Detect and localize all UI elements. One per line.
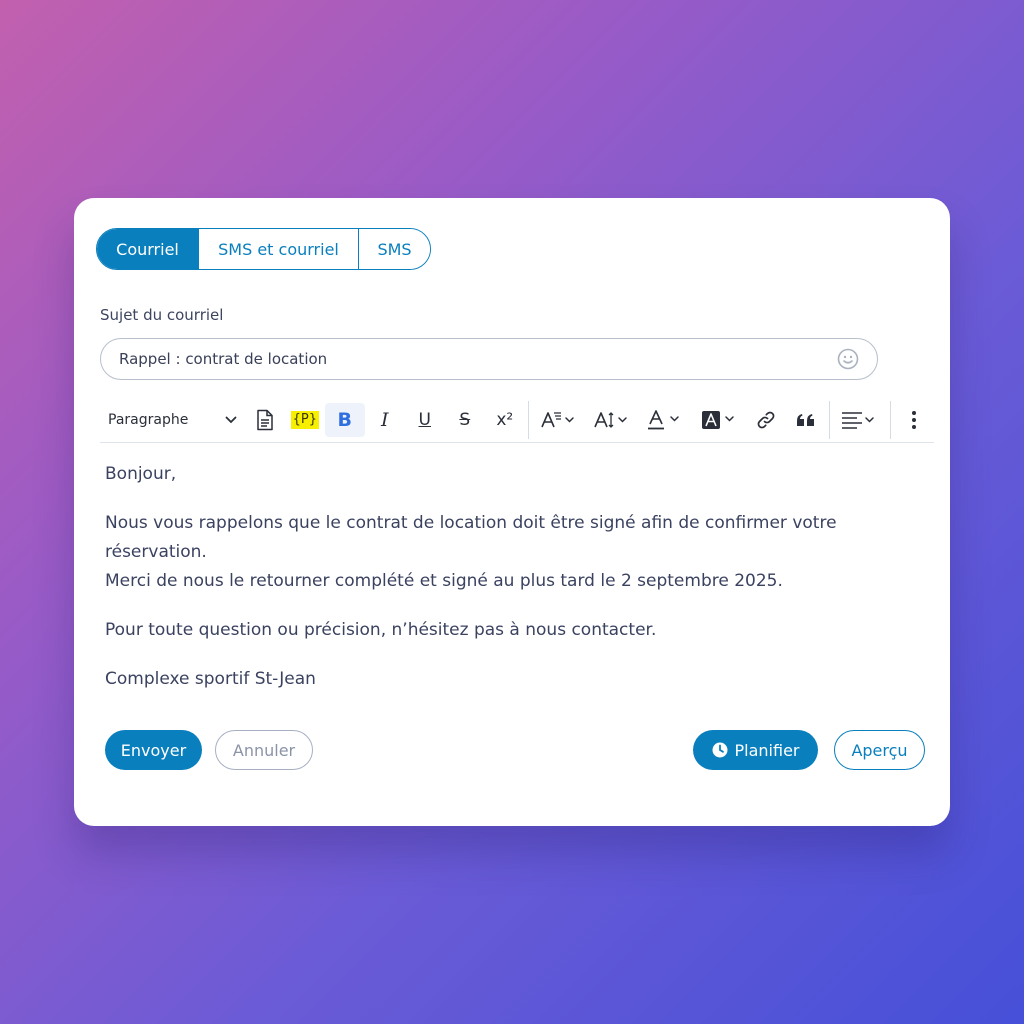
- link-icon[interactable]: [746, 403, 786, 437]
- tab-email[interactable]: Courriel: [97, 229, 198, 269]
- send-button[interactable]: Envoyer: [105, 730, 202, 770]
- body-paragraph-2: Merci de nous le retourner complété et s…: [105, 571, 783, 591]
- schedule-button[interactable]: Planifier: [693, 730, 818, 770]
- tab-sms[interactable]: SMS: [358, 229, 430, 269]
- italic-label: I: [381, 409, 389, 431]
- bold-label: B: [337, 409, 353, 431]
- schedule-label: Planifier: [734, 740, 800, 760]
- font-size-icon[interactable]: [585, 403, 639, 437]
- subject-input[interactable]: Rappel : contrat de location: [100, 338, 878, 380]
- email-body-editor[interactable]: Bonjour, Nous vous rappelons que le cont…: [105, 460, 905, 714]
- cancel-button[interactable]: Annuler: [215, 730, 313, 770]
- align-icon[interactable]: [833, 403, 887, 437]
- more-icon[interactable]: [894, 403, 934, 437]
- chevron-down-icon: [225, 416, 237, 424]
- superscript-icon[interactable]: x²: [485, 403, 525, 437]
- quote-icon[interactable]: [786, 403, 826, 437]
- clock-icon: [712, 742, 727, 758]
- strikethrough-icon[interactable]: S: [445, 403, 485, 437]
- placeholder-badge: {P}: [290, 411, 319, 429]
- superscript-label: x²: [496, 410, 514, 430]
- editor-toolbar: Paragraphe {P} B I U S x²: [100, 398, 934, 443]
- toolbar-divider: [829, 401, 831, 439]
- signature-text: Complexe sportif St-Jean: [105, 669, 316, 689]
- font-color-icon[interactable]: [639, 403, 693, 437]
- italic-icon[interactable]: I: [365, 403, 405, 437]
- underline-label: U: [418, 410, 431, 430]
- placeholder-icon[interactable]: {P}: [285, 403, 325, 437]
- channel-tabs: Courriel SMS et courriel SMS: [96, 228, 431, 270]
- toolbar-divider: [890, 401, 891, 439]
- body-paragraph-3: Pour toute question ou précision, n’hési…: [105, 620, 657, 640]
- document-icon[interactable]: [245, 403, 285, 437]
- subject-value: Rappel : contrat de location: [119, 350, 328, 368]
- underline-icon[interactable]: U: [405, 403, 445, 437]
- preview-button[interactable]: Aperçu: [834, 730, 925, 770]
- strikethrough-label: S: [459, 410, 471, 430]
- smiley-icon[interactable]: [837, 348, 859, 370]
- subject-label: Sujet du courriel: [100, 306, 224, 324]
- compose-card: Courriel SMS et courriel SMS Sujet du co…: [74, 198, 950, 826]
- body-paragraph-1: Nous vous rappelons que le contrat de lo…: [105, 513, 837, 562]
- highlight-icon[interactable]: [693, 403, 747, 437]
- greeting-text: Bonjour,: [105, 464, 177, 484]
- block-format-value: Paragraphe: [108, 412, 189, 428]
- block-format-select[interactable]: Paragraphe: [100, 403, 245, 437]
- font-family-icon[interactable]: [532, 403, 586, 437]
- toolbar-divider: [527, 401, 529, 439]
- tab-sms-and-email[interactable]: SMS et courriel: [198, 229, 358, 269]
- bold-icon[interactable]: B: [324, 403, 365, 437]
